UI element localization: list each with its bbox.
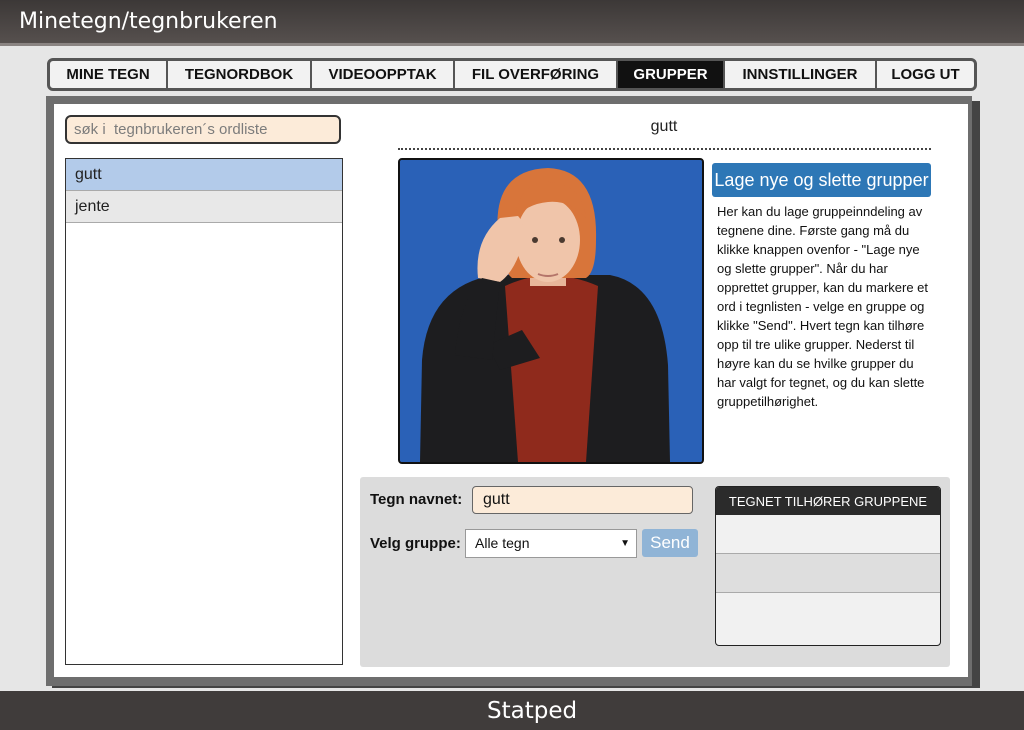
sign-video[interactable] bbox=[398, 158, 704, 464]
tab-fil-overforing[interactable]: FIL OVERFØRING bbox=[455, 61, 618, 88]
footer-brand: Statped bbox=[487, 698, 578, 724]
app-title: Minetegn/tegnbrukeren bbox=[19, 9, 278, 34]
list-item[interactable]: jente bbox=[66, 191, 342, 223]
member-groups-table: TEGNET TILHØRER GRUPPENE bbox=[715, 486, 941, 646]
group-label: Velg gruppe: bbox=[370, 535, 461, 552]
tab-tegnordbok[interactable]: TEGNORDBOK bbox=[168, 61, 312, 88]
send-button[interactable]: Send bbox=[642, 529, 698, 557]
main-nav: MINE TEGN TEGNORDBOK VIDEOOPPTAK FIL OVE… bbox=[47, 58, 977, 91]
footer: Statped bbox=[0, 691, 1024, 730]
list-item[interactable]: gutt bbox=[66, 159, 342, 191]
search-input[interactable] bbox=[65, 115, 341, 144]
chevron-down-icon: ▼ bbox=[620, 538, 630, 549]
signer-figure bbox=[400, 160, 702, 462]
tab-mine-tegn[interactable]: MINE TEGN bbox=[50, 61, 168, 88]
tab-grupper[interactable]: GRUPPER bbox=[618, 61, 725, 88]
group-select-value: Alle tegn bbox=[475, 535, 530, 551]
table-row[interactable] bbox=[716, 554, 940, 593]
manage-groups-button[interactable]: Lage nye og slette grupper bbox=[712, 163, 931, 197]
selected-word-title: gutt bbox=[650, 118, 678, 135]
group-select[interactable]: Alle tegn ▼ bbox=[465, 529, 637, 558]
table-row[interactable] bbox=[716, 515, 940, 554]
help-text: Her kan du lage gruppeinndeling av tegne… bbox=[717, 204, 929, 409]
table-header: TEGNET TILHØRER GRUPPENE bbox=[716, 487, 940, 515]
name-field[interactable]: gutt bbox=[472, 486, 693, 514]
dotted-divider bbox=[398, 148, 931, 150]
word-list: gutt jente bbox=[65, 158, 343, 665]
app-header: Minetegn/tegnbrukeren bbox=[0, 0, 1024, 46]
table-row[interactable] bbox=[716, 593, 940, 632]
tab-innstillinger[interactable]: INNSTILLINGER bbox=[725, 61, 877, 88]
tab-logg-ut[interactable]: LOGG UT bbox=[877, 61, 974, 88]
tab-videoopptak[interactable]: VIDEOOPPTAK bbox=[312, 61, 455, 88]
name-label: Tegn navnet: bbox=[370, 491, 463, 508]
